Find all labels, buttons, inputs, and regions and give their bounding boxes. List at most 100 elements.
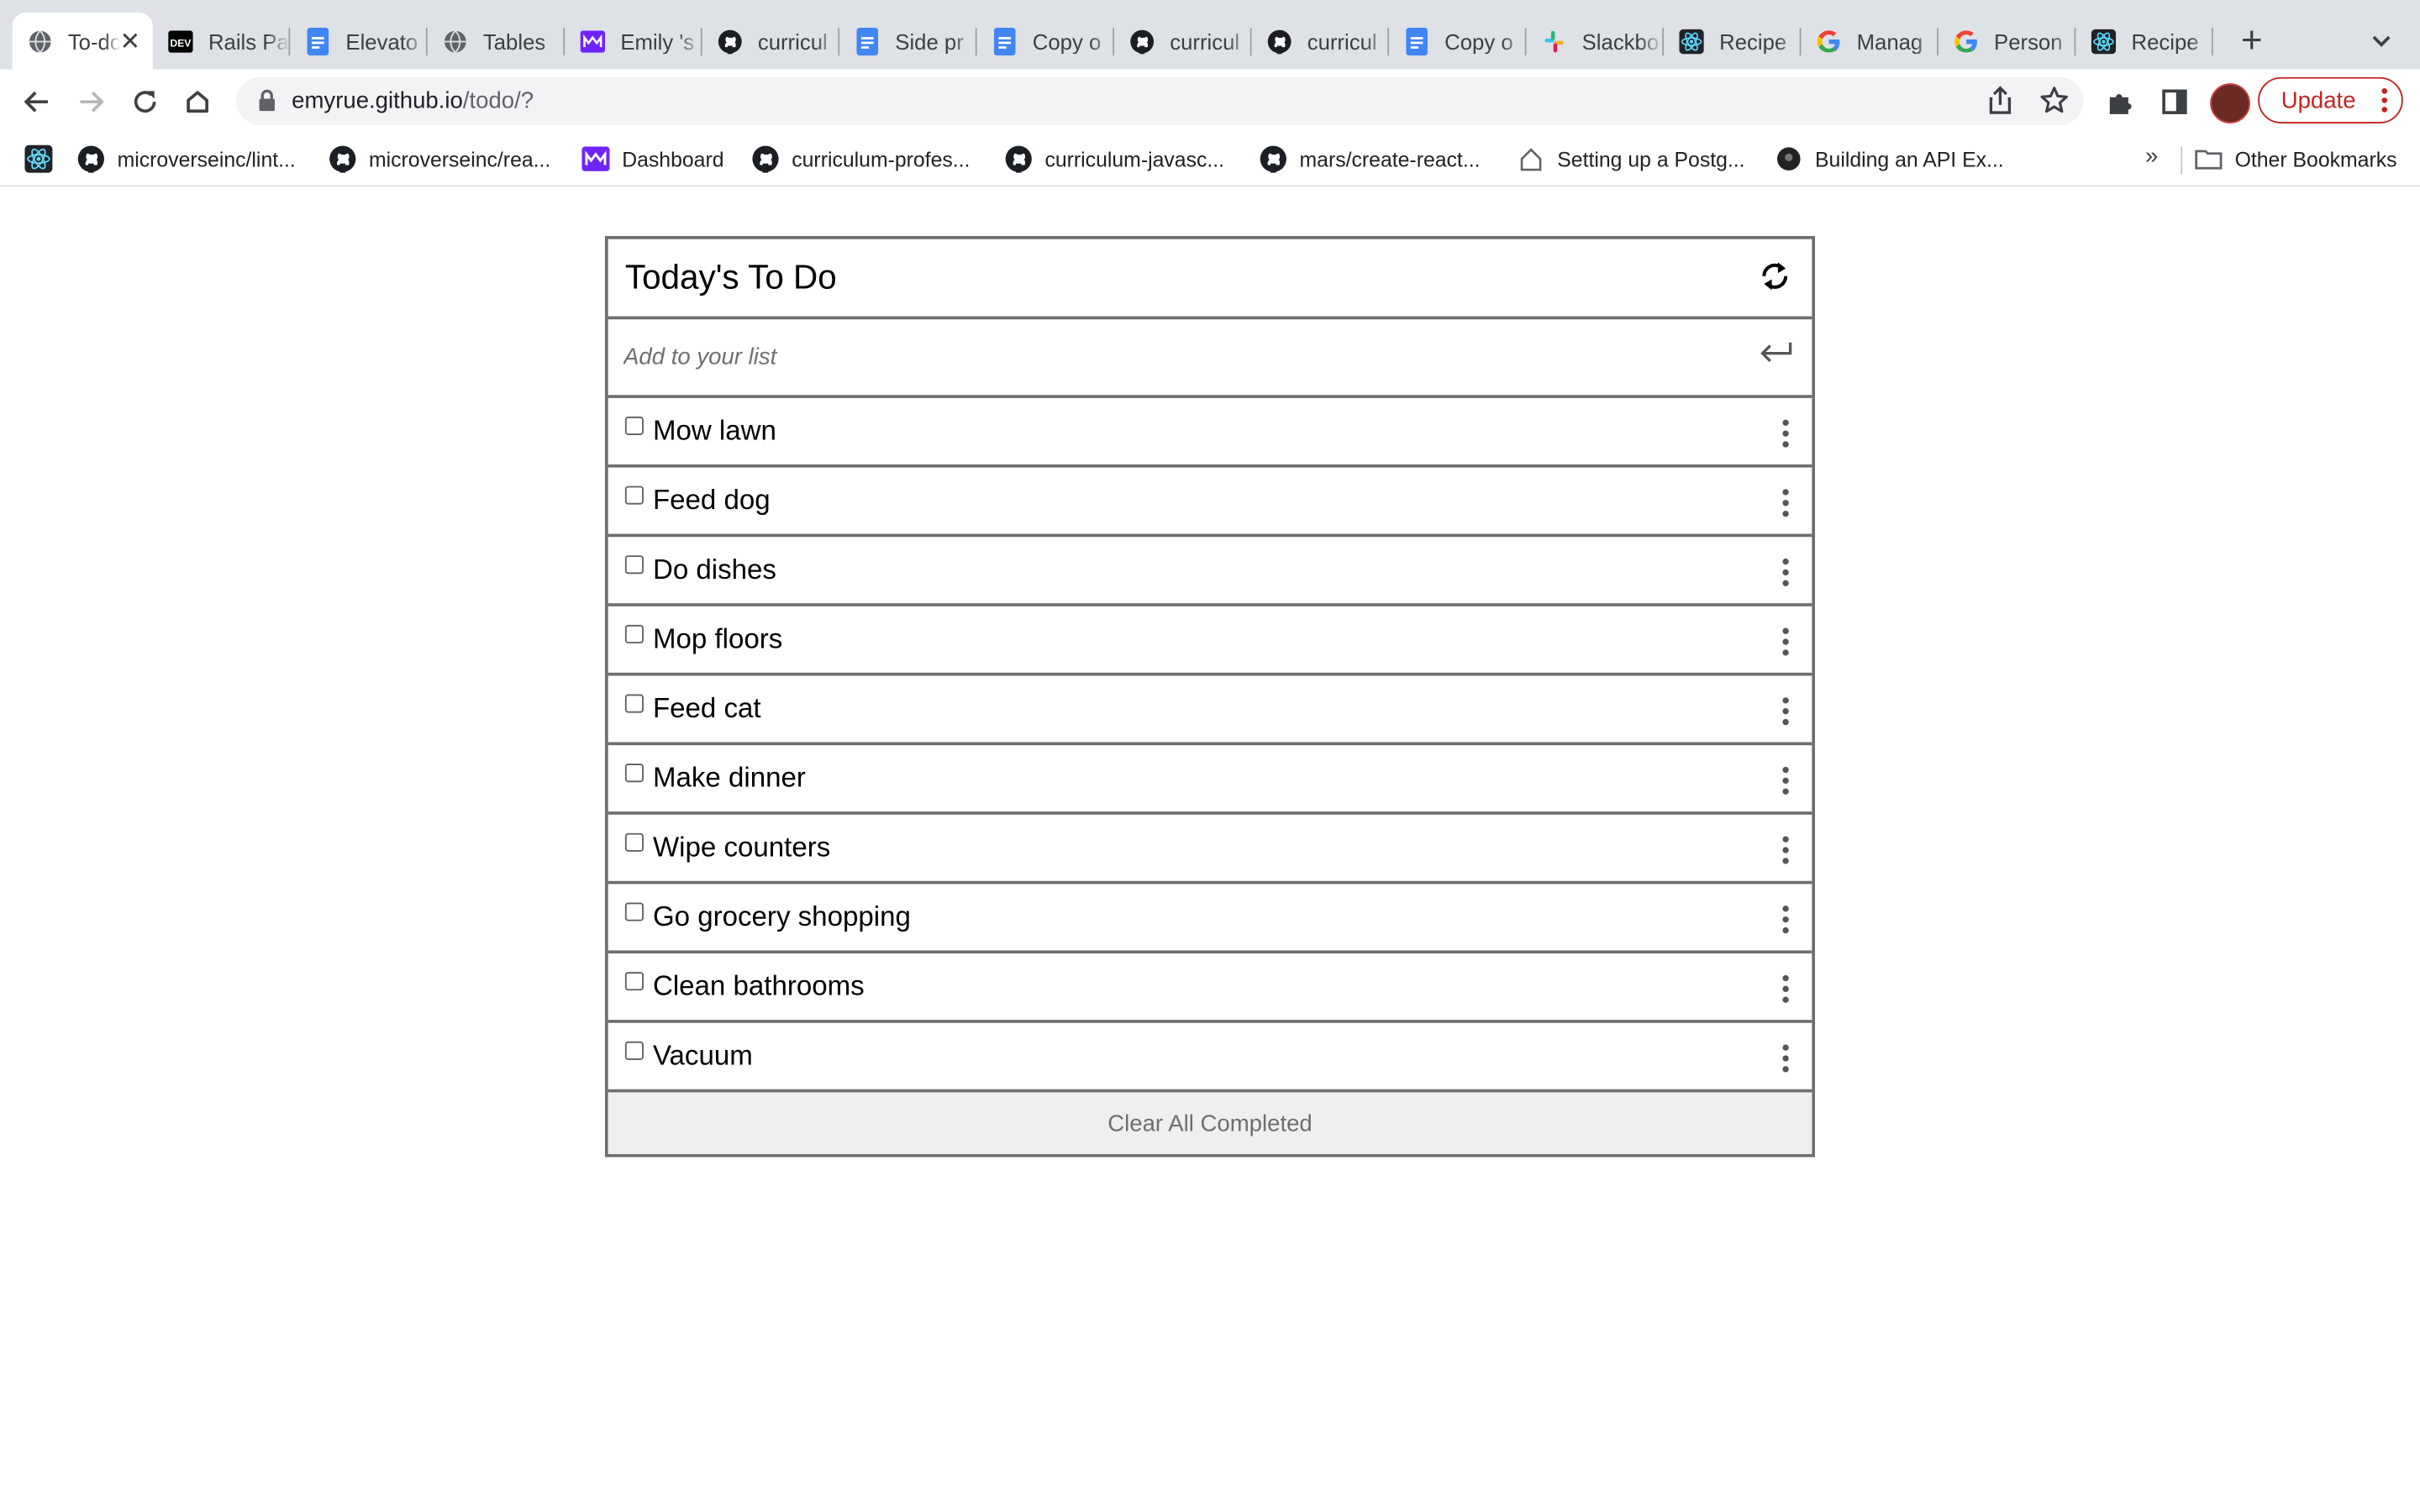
bookmark-label: curriculum-javasc... [1044,147,1225,171]
tab-label: Emily 's [620,28,695,54]
docs-icon [306,27,330,55]
profile-avatar[interactable] [2210,83,2250,123]
back-button[interactable] [17,81,57,122]
dark-circle-icon [1775,145,1802,173]
bookmark-item[interactable] [24,144,65,175]
browser-tab[interactable]: Elevato [290,13,428,70]
list-item: Make dinner [608,745,1812,815]
item-checkbox[interactable] [624,416,644,435]
home-button[interactable] [177,81,218,122]
tab-label: Rails Pa [208,28,289,54]
browser-tab[interactable]: curricul [702,13,840,70]
forward-button[interactable] [71,81,111,122]
bookmark-item[interactable]: mars/create-react... [1260,144,1480,175]
bookmark-star-icon[interactable] [2037,83,2070,117]
item-checkbox[interactable] [624,972,644,991]
bookmark-item[interactable]: curriculum-javasc... [1005,144,1224,175]
more-vert-icon[interactable] [1780,418,1792,449]
more-vert-icon[interactable] [1780,557,1792,588]
item-checkbox[interactable] [624,555,644,575]
browser-tab[interactable]: curricul [1114,13,1252,70]
google-icon [1954,29,1978,53]
tab-label: Copy o [1444,28,1513,54]
new-tab-button[interactable]: + [2232,20,2272,62]
item-checkbox[interactable] [624,1041,644,1060]
chevron-down-icon [2372,35,2391,47]
browser-tab[interactable]: Copy o [977,13,1115,70]
browser-tab[interactable]: To-do list✕ [12,12,153,70]
browser-tab[interactable]: Slackbo [1527,13,1664,70]
item-checkbox[interactable] [624,764,644,783]
bookmark-label: microverseinc/rea... [368,147,551,171]
browser-tab[interactable]: Emily 's [565,13,702,70]
more-vert-icon[interactable] [1780,1043,1792,1074]
more-vert-icon[interactable] [1780,765,1792,796]
tab-search-button[interactable] [2365,24,2398,58]
item-checkbox[interactable] [624,832,644,852]
browser-tab[interactable]: Side pr [839,13,977,70]
lock-icon [259,89,275,112]
browser-tab[interactable]: Manag [1801,13,1939,70]
browser-tab[interactable]: Copy o [1389,13,1527,70]
item-description[interactable]: Vacuum [653,1040,753,1073]
bookmark-item[interactable]: curriculum-profes... [751,144,970,175]
more-vert-icon[interactable] [1780,696,1792,727]
share-icon[interactable] [1983,83,2017,117]
bookmarks-overflow-button[interactable]: » [2145,144,2158,170]
puzzle-icon [2109,94,2132,114]
github-icon [1129,29,1155,54]
bookmark-item[interactable]: Dashboard [581,144,724,175]
browser-tab[interactable]: Tables [428,13,566,70]
side-panel-button[interactable] [2154,81,2195,122]
reload-button[interactable] [125,81,166,122]
extensions-button[interactable] [2101,81,2141,122]
clear-completed-button[interactable]: Clear All Completed [608,1092,1812,1154]
bookmark-label: Dashboard [622,147,724,171]
bookmark-item[interactable]: Building an API Ex... [1775,144,2004,175]
item-description[interactable]: Feed dog [653,485,771,517]
list-item: Do dishes [608,537,1812,606]
item-description[interactable]: Do dishes [653,554,776,586]
more-vert-icon[interactable] [1780,974,1792,1005]
browser-tab[interactable]: DEV Rails Pa [153,13,291,70]
item-description[interactable]: Mow lawn [653,415,776,448]
more-vert-icon[interactable] [1780,904,1792,935]
item-description[interactable]: Go grocery shopping [653,901,911,934]
item-checkbox[interactable] [624,694,644,713]
browser-tab[interactable]: curricul [1252,13,1390,70]
tab-label: curricul [757,28,828,54]
more-vert-icon[interactable] [1780,835,1792,866]
update-button[interactable]: Update [2258,76,2403,123]
docs-icon [1404,27,1428,55]
tab-label: Slackbo [1581,28,1660,54]
browser-tab[interactable]: Recipe [2075,13,2213,70]
item-description[interactable]: Mop floors [653,623,782,656]
add-item-input[interactable] [623,331,1704,381]
url-host: emyrue.github.io [292,87,463,114]
bookmark-label: Building an API Ex... [1815,147,2004,171]
item-checkbox[interactable] [624,624,644,643]
more-vert-icon[interactable] [1780,487,1792,518]
more-vert-icon[interactable] [1780,627,1792,658]
tab-label: curricul [1307,28,1377,54]
other-bookmarks[interactable]: Other Bookmarks [2195,144,2397,175]
bookmark-item[interactable]: microverseinc/lint... [77,144,296,175]
item-description[interactable]: Feed cat [653,693,761,726]
browser-tab[interactable]: Person [1939,13,2076,70]
browser-tab[interactable]: Recipe [1664,13,1802,70]
item-description[interactable]: Make dinner [653,762,806,795]
react-icon [2091,28,2117,54]
item-checkbox[interactable] [624,902,644,921]
item-description[interactable]: Wipe counters [653,832,830,864]
tab-label: Elevato [345,28,418,54]
globe-icon [28,29,52,53]
address-bar[interactable]: emyrue.github.io/todo/? [236,76,2084,125]
bookmark-item[interactable]: Setting up a Postg... [1518,144,1745,175]
item-description[interactable]: Clean bathrooms [653,970,865,1003]
close-icon[interactable]: ✕ [120,27,141,55]
enter-icon[interactable] [1760,341,1793,363]
item-checkbox[interactable] [624,486,644,505]
dev-icon: DEV [168,29,193,53]
bookmark-item[interactable]: microverseinc/rea... [329,144,550,175]
refresh-icon[interactable] [1756,258,1793,295]
